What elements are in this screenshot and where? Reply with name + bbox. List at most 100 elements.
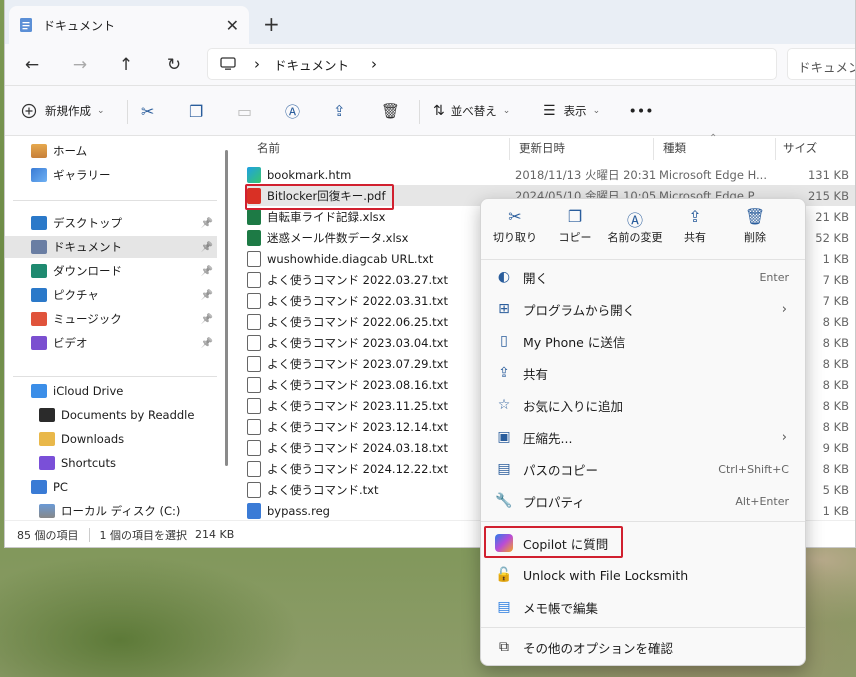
document-folder-icon — [20, 18, 32, 32]
menu-item-edge[interactable]: ◐ 開く Enter — [481, 261, 805, 293]
sidebar-item-gallery[interactable]: ギャラリー — [5, 164, 217, 186]
menu-item-star[interactable]: ☆ お気に入りに追加 — [481, 389, 805, 421]
quick-action-cut[interactable]: ✂ 切り取り — [485, 207, 545, 255]
gallery-icon — [31, 168, 47, 182]
sidebar-item-label: ピクチャ — [53, 288, 99, 302]
divider — [481, 627, 805, 628]
text-file-icon — [247, 250, 261, 267]
sidebar-item-documents[interactable]: ドキュメント 📌 — [5, 236, 217, 258]
back-button[interactable]: ← — [19, 52, 45, 78]
more-options-button[interactable]: ••• — [629, 98, 654, 124]
menu-item-phone[interactable]: ▯ My Phone に送信 — [481, 325, 805, 357]
view-button[interactable]: ☰ 表示 ⌄ — [543, 98, 600, 124]
text-file-icon — [247, 481, 261, 498]
column-header-date[interactable]: 更新日時 — [519, 136, 565, 160]
sidebar-item-cloud[interactable]: Documents by Readdle — [5, 404, 217, 426]
sidebar-item-label: ドキュメント — [53, 240, 122, 254]
text-file-icon — [247, 292, 261, 309]
pin-icon[interactable]: 📌 — [201, 314, 213, 325]
delete-button[interactable]: 🗑 — [381, 98, 400, 124]
menu-item-zip[interactable]: ▣ 圧縮先... › — [481, 421, 805, 453]
quick-action-delete[interactable]: 🗑 削除 — [725, 207, 785, 255]
text-file-icon — [247, 439, 261, 456]
quick-action-share[interactable]: ⇪ 共有 — [665, 207, 725, 255]
forward-button[interactable]: → — [67, 52, 93, 78]
sidebar-item-home[interactable]: ホーム — [5, 140, 217, 162]
sidebar-item-desktop[interactable]: デスクトップ 📌 — [5, 212, 217, 234]
column-header-type[interactable]: 種類 — [663, 136, 686, 160]
menu-item-more-options[interactable]: ⧉ その他のオプションを確認 — [481, 631, 805, 663]
sidebar-item-videos[interactable]: ビデオ 📌 — [5, 332, 217, 354]
text-file-icon — [247, 418, 261, 435]
sidebar-item-pc[interactable]: PC — [5, 476, 217, 498]
new-button[interactable]: 新規作成 ⌄ — [21, 98, 105, 124]
pin-icon[interactable]: 📌 — [201, 218, 213, 229]
column-header-name[interactable]: 名前 — [257, 136, 280, 160]
up-button[interactable]: ↑ — [113, 52, 139, 78]
new-tab-button[interactable]: + — [263, 12, 280, 36]
file-date: 2018/11/13 火曜日 20:31 — [515, 167, 657, 182]
lock-icon: 🔓 — [495, 567, 513, 583]
sidebar-item-local-disk[interactable]: ローカル ディスク (C:) — [5, 500, 217, 522]
sidebar-item-label: Downloads — [61, 432, 125, 446]
sidebar-item-cloud[interactable]: Downloads — [5, 428, 217, 450]
open-with-icon: ⊞ — [498, 301, 510, 317]
quick-action-rename[interactable]: Ⓐ 名前の変更 — [605, 207, 665, 255]
sidebar-item-label: ギャラリー — [53, 168, 111, 182]
file-row[interactable]: bookmark.htm 2018/11/13 火曜日 20:31 Microsof… — [247, 164, 855, 185]
file-size: 131 KB — [807, 167, 849, 182]
copy-button[interactable]: ❐ — [189, 98, 203, 124]
menu-item-path[interactable]: ▤ パスのコピー Ctrl+Shift+C — [481, 453, 805, 485]
refresh-button[interactable]: ↻ — [161, 52, 187, 78]
pin-icon[interactable]: 📌 — [201, 338, 213, 349]
menu-item-notepad[interactable]: ▤ メモ帳で編集 — [481, 591, 805, 623]
menu-item-wrench[interactable]: 🔧 プロパティ Alt+Enter — [481, 485, 805, 517]
pin-icon[interactable]: 📌 — [201, 266, 213, 277]
menu-item-label: お気に入りに追加 — [523, 398, 624, 414]
sidebar-item-label: Shortcuts — [61, 456, 116, 470]
drive-icon — [39, 504, 55, 518]
share-icon: ⇪ — [498, 365, 510, 381]
sidebar-scrollbar[interactable] — [225, 150, 228, 466]
divider — [88, 527, 90, 542]
chevron-down-icon: ⌄ — [502, 106, 511, 116]
menu-item-label: その他のオプションを確認 — [523, 640, 674, 656]
breadcrumb-documents[interactable]: ドキュメント — [274, 55, 349, 74]
menu-item-open-with[interactable]: ⊞ プログラムから開く › — [481, 293, 805, 325]
address-bar[interactable]: › ドキュメント › — [207, 48, 777, 80]
sort-button[interactable]: ⇅ 並べ替え ⌄ — [433, 98, 510, 124]
menu-item-unlock[interactable]: 🔓 Unlock with File Locksmith — [481, 559, 805, 591]
file-name: bookmark.htm — [267, 167, 352, 182]
share-button[interactable]: ⇪ — [333, 98, 346, 124]
divider — [13, 200, 217, 201]
pin-icon[interactable]: 📌 — [201, 242, 213, 253]
column-header-size[interactable]: サイズ — [783, 136, 817, 160]
cut-button[interactable]: ✂ — [141, 98, 154, 124]
sidebar-item-pictures[interactable]: ピクチャ 📌 — [5, 284, 217, 306]
quick-action-copy[interactable]: ❐ コピー — [545, 207, 605, 255]
sidebar-item-music[interactable]: ミュージック 📌 — [5, 308, 217, 330]
sidebar-item-cloud[interactable]: iCloud Drive — [5, 380, 217, 402]
navigation-bar: ← → ↑ ↻ › ドキュメント › ドキュメント — [5, 44, 855, 86]
desktop-icon — [31, 216, 47, 230]
menu-item-share[interactable]: ⇪ 共有 — [481, 357, 805, 389]
pin-icon[interactable]: 📌 — [201, 290, 213, 301]
menu-item-label: プログラムから開く — [523, 302, 636, 318]
search-input[interactable]: ドキュメント — [787, 48, 855, 80]
close-tab-icon[interactable]: ✕ — [226, 16, 239, 35]
home-icon — [31, 144, 47, 158]
registry-file-icon — [247, 502, 261, 519]
trash-icon: 🗑 — [381, 102, 401, 120]
rename-button[interactable]: Ⓐ — [285, 98, 300, 124]
menu-item-label: 圧縮先... — [523, 430, 573, 446]
text-file-icon — [247, 271, 261, 288]
divider — [775, 138, 776, 160]
sidebar-item-label: PC — [53, 480, 68, 494]
sidebar-item-downloads[interactable]: ダウンロード 📌 — [5, 260, 217, 282]
tab-documents[interactable]: ドキュメント ✕ — [9, 6, 249, 44]
selection-size: 214 KB — [195, 528, 235, 541]
navigation-pane: ホーム ギャラリー デスクトップ 📌 ドキュメント 📌 ダウンロード 📌 ピクチャ 📌 ミュージ… — [5, 136, 231, 520]
paste-button[interactable]: ▭ — [237, 98, 252, 124]
breadcrumb-chevron-icon[interactable]: › — [371, 55, 377, 73]
sidebar-item-cloud[interactable]: Shortcuts — [5, 452, 217, 474]
